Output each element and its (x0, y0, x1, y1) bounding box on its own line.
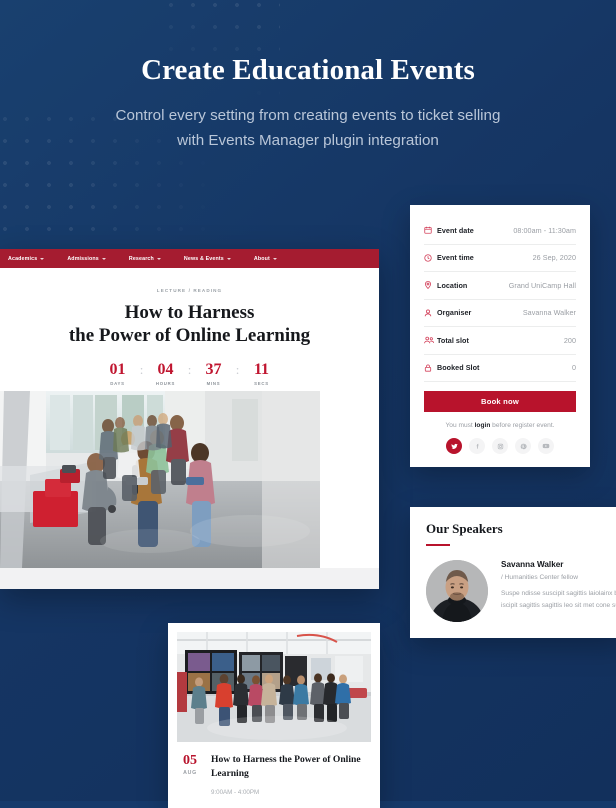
event-heading-line-2: the Power of Online Learning (68, 325, 311, 346)
countdown-unit-mins: 37 MINS (193, 361, 235, 386)
event-category-label: LECTURE / READING (156, 288, 223, 293)
event-month: AUG (183, 770, 197, 776)
chevron-down-icon (272, 257, 277, 260)
event-row-value: Grand UniCamp Hall (508, 280, 576, 290)
countdown-label: SECS (254, 381, 269, 386)
event-row-label: Event time (437, 253, 474, 263)
countdown-value: 04 (157, 361, 174, 378)
event-row-event-date: Event date 08:00am - 11:30am (424, 217, 576, 245)
speaker-name: Savanna Walker (501, 560, 564, 569)
exhibition-photo-illustration (177, 632, 371, 742)
event-date-badge: 05 AUG (179, 753, 201, 780)
speakers-card: Our Speakers Savanna Walker / Humanities… (410, 507, 616, 638)
location-pin-icon (424, 281, 437, 290)
site-hero-body: LECTURE / READING How to Harness the Pow… (0, 268, 379, 386)
countdown-value: 37 (205, 361, 222, 378)
countdown-label: DAYS (110, 381, 125, 386)
event-row-value: 0 (571, 363, 576, 373)
countdown-unit-secs: 11 SECS (241, 361, 283, 386)
website-preview-mockup: Academics Admissions Research News & Eve… (0, 249, 379, 589)
social-share-row (424, 438, 576, 454)
login-link[interactable]: login (475, 422, 491, 429)
facebook-icon[interactable] (469, 438, 485, 454)
event-row-label: Location (437, 280, 468, 290)
countdown-value: 11 (253, 361, 270, 378)
event-list-card: 05 AUG How to Harness the Power of Onlin… (168, 623, 380, 808)
countdown-label: HOURS (155, 381, 176, 386)
event-row-label: Event date (437, 225, 474, 235)
speakers-title: Our Speakers (426, 521, 503, 536)
nav-item-about[interactable]: About (254, 256, 287, 262)
countdown-value: 01 (109, 361, 126, 378)
nav-item-research[interactable]: Research (129, 256, 171, 262)
event-list-time: 9:00AM - 4:00PM (211, 789, 260, 796)
chevron-down-icon (101, 257, 106, 260)
event-list-title: How to Harness the Power of Online Learn… (211, 754, 361, 779)
exhibition-photo (177, 632, 371, 742)
hero-subtitle-line-1: Control every setting from creating even… (115, 107, 501, 124)
chevron-down-icon (156, 257, 161, 260)
speaker-entry: Savanna Walker / Humanities Center fello… (426, 560, 616, 622)
speaker-bio: Suspe ndisse suscipit sagittis laiolainx… (501, 590, 616, 609)
page-title: Create Educational Events (141, 54, 475, 86)
nav-item-label: News & Events (183, 255, 224, 262)
event-row-location: Location Grand UniCamp Hall (424, 272, 576, 300)
event-row-label: Total slot (437, 335, 469, 345)
users-icon (424, 336, 437, 344)
campus-students-photo (0, 391, 320, 568)
event-day: 05 (183, 753, 197, 768)
event-row-value: Savanna Walker (522, 308, 576, 318)
event-heading-line-1: How to Harness (124, 302, 255, 323)
clock-icon (424, 254, 437, 262)
nav-item-news-events[interactable]: News & Events (184, 256, 241, 262)
speaker-role: / Humanities Center fellow (501, 574, 578, 581)
login-note-suffix: before register event. (490, 422, 555, 429)
event-row-label: Organiser (437, 308, 472, 318)
site-footer-strip (0, 568, 379, 589)
event-row-total-slot: Total slot 200 (424, 327, 576, 355)
event-row-booked-slot: Booked Slot 0 (424, 355, 576, 382)
twitter-icon[interactable] (446, 438, 462, 454)
youtube-icon[interactable] (538, 438, 554, 454)
nav-item-label: About (253, 255, 270, 262)
instagram-icon[interactable] (492, 438, 508, 454)
login-required-note: You must login before register event. (424, 422, 576, 429)
chevron-down-icon (226, 257, 231, 260)
countdown-unit-hours: 04 HOURS (145, 361, 187, 386)
book-now-button[interactable]: Book now (424, 391, 576, 412)
lock-icon (424, 364, 437, 372)
nav-item-academics[interactable]: Academics (8, 256, 54, 262)
event-row-value: 200 (563, 335, 576, 345)
site-navigation-bar: Academics Admissions Research News & Eve… (0, 249, 379, 268)
event-heading: How to Harness the Power of Online Learn… (0, 301, 379, 347)
event-row-value: 08:00am - 11:30am (513, 225, 576, 235)
event-row-event-time: Event time 26 Sep, 2020 (424, 245, 576, 272)
nav-item-label: Academics (8, 255, 38, 262)
countdown-label: MINS (206, 381, 221, 386)
event-row-organiser: Organiser Savanna Walker (424, 300, 576, 327)
campus-photo-illustration (0, 391, 320, 568)
chevron-down-icon (40, 257, 45, 260)
hero-section: Create Educational Events Control every … (0, 0, 616, 153)
hero-subtitle-line-2: with Events Manager plugin integration (177, 132, 439, 149)
hero-subtitle: Control every setting from creating even… (0, 103, 616, 153)
event-row-value: 26 Sep, 2020 (532, 253, 576, 263)
pinterest-icon[interactable] (515, 438, 531, 454)
nav-item-label: Research (128, 255, 154, 262)
user-icon (424, 309, 437, 317)
calendar-icon (424, 226, 437, 234)
countdown-unit-days: 01 DAYS (97, 361, 139, 386)
event-details-card: Event date 08:00am - 11:30am Event time … (410, 205, 590, 467)
speaker-portrait-illustration (426, 560, 488, 622)
title-underline (426, 544, 450, 546)
event-row-label: Booked Slot (437, 363, 480, 373)
nav-item-admissions[interactable]: Admissions (67, 256, 116, 262)
countdown-timer: 01 DAYS : 04 HOURS : 37 MINS : 11 SECS (0, 361, 379, 386)
speaker-info: Savanna Walker / Humanities Center fello… (501, 560, 616, 622)
login-note-prefix: You must (445, 422, 475, 429)
nav-item-label: Admissions (67, 255, 99, 262)
event-list-entry[interactable]: 05 AUG How to Harness the Power of Onlin… (177, 753, 371, 780)
speaker-avatar (426, 560, 488, 622)
